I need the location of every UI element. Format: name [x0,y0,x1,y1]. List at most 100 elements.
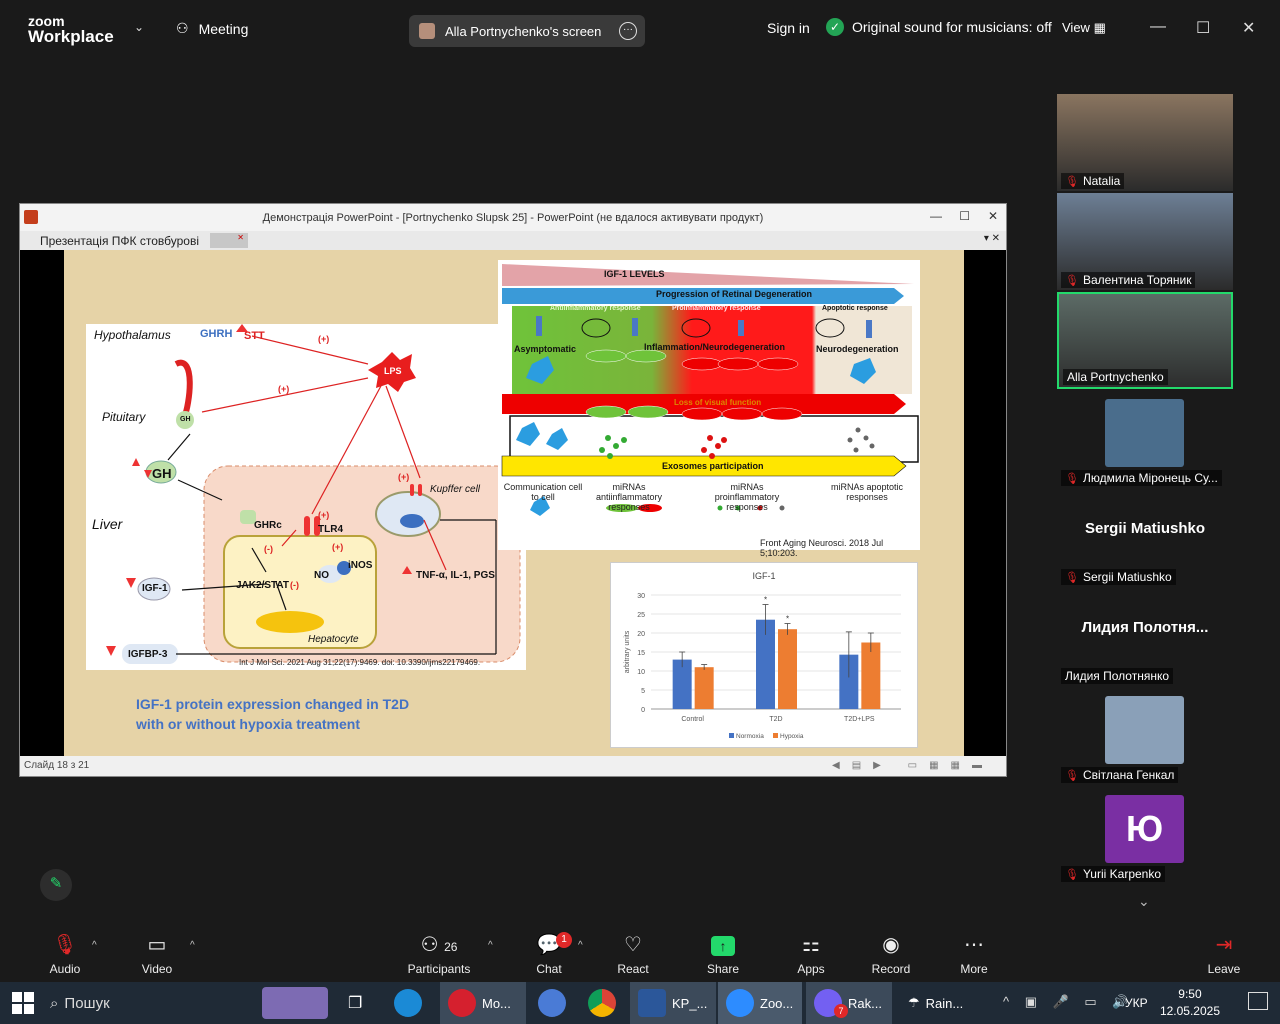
leave-button[interactable]: ⇥ Leave [1189,932,1259,976]
ppt-minimize-icon[interactable]: — [930,209,942,223]
meeting-menu[interactable]: ⚇ Meeting [176,20,248,37]
chromium-icon[interactable] [538,982,566,1024]
taskbar-search[interactable]: ⌕ Пошук [50,982,250,1024]
y-tick-label: 30 [637,593,645,600]
liver-reference: Int J Mol Sci. 2021 Aug 31;22(17):9469. … [239,658,481,667]
opera-taskbar-item[interactable]: Mo... [440,982,526,1024]
mic-muted-icon: 🎙 [1065,274,1079,287]
participant-name: 🎙 Sergii Matiushko [1061,569,1176,585]
asymptomatic-label: Asymptomatic [514,344,577,354]
participant-big-name: Лидия Полотня... [1081,619,1209,636]
video-caret-icon[interactable]: ^ [190,940,195,951]
chrome-icon[interactable] [588,982,616,1024]
caption-line2: with or without hypoxia treatment [136,716,361,732]
plus-label-5: (+) [332,542,344,552]
annotate-pen-icon[interactable]: ✎ [40,869,72,901]
gh-small-label: GH [180,416,191,423]
weather-widget[interactable]: ☂ Rain... [908,982,998,1024]
close-icon[interactable]: ✕ [1242,18,1255,38]
participant-tile[interactable]: 🎙 Людмила Міронець Су... [1057,391,1233,488]
x-tick-label: Control [681,716,704,723]
mic-muted-icon: 🎙 [1065,769,1079,782]
participant-tile[interactable]: Ю 🎙 Yurii Karpenko [1057,787,1233,884]
participant-name: 🎙 Валентина Торяник [1061,272,1196,288]
column-pro-mirna: miRNAs proinflammatory responses [714,482,780,512]
igfbp3-label: IGFBP-3 [128,649,168,660]
view-button[interactable]: View ▦ [1062,20,1106,36]
ppt-tab-secondary[interactable]: ✕ [210,233,248,248]
minus-label-2: (-) [290,580,299,590]
participant-tile[interactable]: 🎙 Natalia [1057,94,1233,191]
ppt-tab-close-icon[interactable]: ▾ ✕ [984,233,1000,244]
participant-name-text: Sergii Matiushko [1082,570,1172,584]
participant-tile[interactable]: Alla Portnychenko [1057,292,1233,389]
participant-name-text: Людмила Міронець Су... [1082,471,1218,485]
task-view-icon[interactable]: ❐ [348,982,362,1024]
audio-button[interactable]: 🎙 Audio [30,932,100,976]
participant-tile[interactable]: Лидия Полотня... Лидия Полотнянко [1057,589,1233,686]
umbrella-icon: ☂ [908,995,920,1010]
viber-taskbar-item[interactable]: Rak... [806,982,892,1024]
participants-count: 26 [444,940,458,954]
chat-caret-icon[interactable]: ^ [578,940,583,951]
pro-response-label: Proinflammatory response [672,305,761,312]
participant-name-text: Світлана Генкал [1082,768,1175,782]
participant-tile[interactable]: 🎙 Світлана Генкал [1057,688,1233,785]
notifications-icon[interactable] [1248,992,1268,1010]
more-button[interactable]: ⋯ More [939,932,1009,976]
record-button[interactable]: ◉ Record [856,932,926,976]
react-label: React [617,962,649,976]
participant-big-name: Sergii Matiushko [1084,520,1206,537]
participant-name-text: Лидия Полотнянко [1065,669,1170,683]
audio-caret-icon[interactable]: ^ [92,940,97,951]
mic-muted-icon: 🎙 [1065,571,1079,584]
more-icon: ⋯ [964,934,984,956]
ppt-tab[interactable]: Презентація ПФК стовбурові [20,234,210,248]
chat-button[interactable]: 💬 1 Chat [514,932,584,976]
video-button[interactable]: ▭ Video [122,932,192,976]
sharer-avatar [419,23,435,39]
legend-label: Hypoxia [780,733,804,740]
mic-muted-icon: 🎙 [1065,175,1079,188]
language-indicator[interactable]: УКР [1125,996,1148,1010]
ppt-close-icon[interactable]: ✕ [988,209,998,223]
sign-in-link[interactable]: Sign in [767,20,810,36]
chevron-down-icon[interactable]: ⌄ [134,20,144,34]
hepatocyte-label: Hepatocyte [308,634,359,645]
share-button[interactable]: ↑ Share [688,932,758,976]
y-tick-label: 25 [637,612,645,619]
react-button[interactable]: ♡ React [598,932,668,976]
participant-name: 🎙 Yurii Karpenko [1061,866,1166,882]
original-sound-status[interactable]: ✓ Original sound for musicians: off [826,18,1052,36]
windows-start-icon[interactable] [12,992,34,1014]
participant-tile[interactable]: 🎙 Валентина Торяник [1057,193,1233,290]
participant-tile[interactable]: Sergii Matiushko 🎙 Sergii Matiushko [1057,490,1233,587]
participants-button[interactable]: ⚇ 26 Participants [404,932,474,976]
word-taskbar-item[interactable]: KP_... [630,982,716,1024]
system-tray-icons[interactable]: ^ ▣ 🎤 ▭ 🔊 [1003,994,1135,1010]
flower-widget-icon[interactable] [262,982,328,1024]
neurodegeneration-label: Neurodegeneration [816,344,899,354]
scroll-down-icon[interactable]: ⌄ [1138,893,1150,910]
participant-name-text: Natalia [1082,174,1121,188]
ppt-maximize-icon[interactable]: ☐ [959,209,970,223]
apps-label: Apps [797,962,825,976]
participants-label: Participants [407,962,471,976]
zoom-taskbar-item[interactable]: Zoo... [718,982,802,1024]
participant-name-text: Alla Portnychenko [1067,370,1164,384]
slideshow-nav-icons[interactable]: ◀▤▶ ▭▦▦▬ [832,756,994,776]
shield-check-icon: ✓ [826,18,844,36]
screen-share-pill[interactable]: Alla Portnychenko's screen ··· [409,15,645,47]
apps-button[interactable]: ⚏ Apps [776,932,846,976]
heart-icon: ♡ [624,934,642,956]
clock[interactable]: 9:50 12.05.2025 [1160,986,1220,1020]
minimize-icon[interactable]: — [1150,18,1166,36]
maximize-icon[interactable]: ☐ [1196,18,1210,38]
more-icon[interactable]: ··· [619,22,637,40]
participants-caret-icon[interactable]: ^ [488,940,493,951]
legend-swatch [773,733,778,738]
tnf-label: TNF-α, IL-1, PGS [416,570,495,581]
exosomes-label: Exosomes participation [662,461,764,471]
progression-label: Progression of Retinal Degeneration [656,289,813,299]
edge-icon[interactable] [394,982,422,1024]
